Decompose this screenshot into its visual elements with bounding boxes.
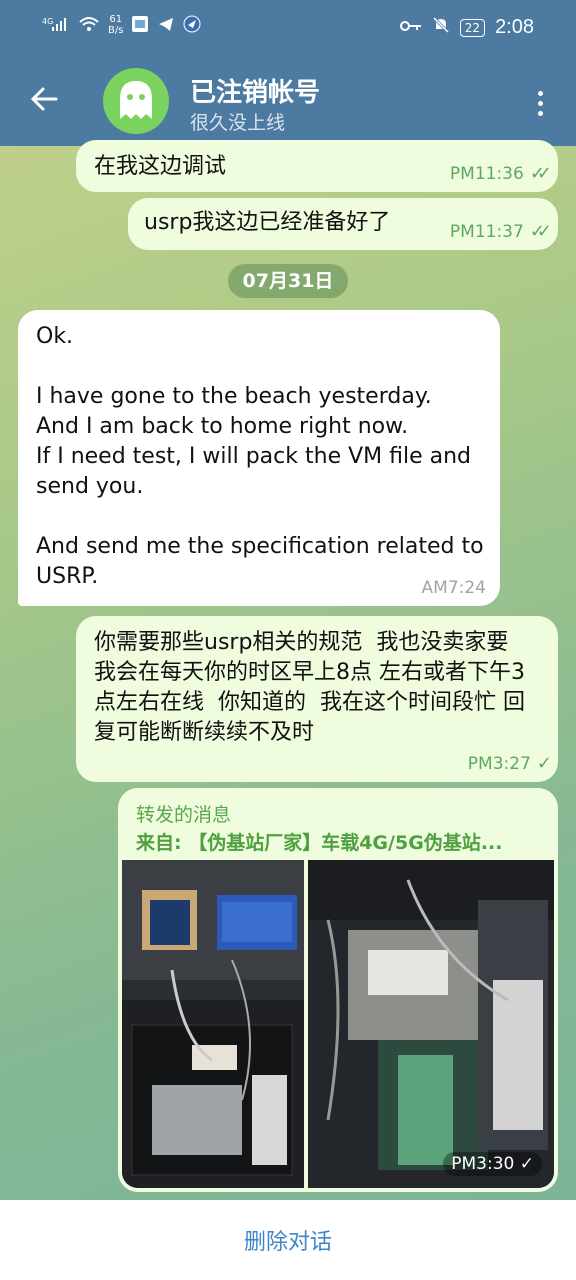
- arrow-left-icon[interactable]: [28, 83, 62, 117]
- mute-icon: [432, 16, 450, 39]
- photo-meta: PM3:30 ✓: [443, 1152, 542, 1176]
- message-meta: AM7:24: [422, 578, 486, 598]
- ghost-icon: [120, 81, 152, 119]
- check-icon: ✓: [519, 1154, 534, 1174]
- chat-title[interactable]: 已注销帐号: [190, 72, 320, 109]
- telegram-icon: [157, 15, 175, 36]
- photo-1[interactable]: [122, 860, 304, 1188]
- equipment-photo-icon: [308, 860, 554, 1188]
- delete-chat-button[interactable]: 删除对话: [244, 1224, 332, 1256]
- message-time: PM11:37: [449, 221, 524, 242]
- status-bar: 4G 61 B/s 22 2:08: [0, 0, 576, 58]
- forward-label: 转发的消息: [136, 804, 232, 826]
- chat-status: 很久没上线: [190, 112, 286, 134]
- photo-2[interactable]: PM3:30 ✓: [308, 860, 554, 1188]
- message-bubble[interactable]: usrp我这边已经准备好了 PM11:37 ✓✓: [128, 198, 558, 250]
- more-vert-icon[interactable]: [530, 83, 550, 123]
- message-time: PM11:36: [449, 163, 524, 184]
- message-text: Ok. I have gone to the beach yesterday. …: [36, 324, 484, 589]
- check-icon: ✓: [536, 753, 552, 774]
- equipment-photo-icon: [122, 860, 304, 1188]
- message-bubble[interactable]: 在我这边调试 PM11:36 ✓✓: [76, 140, 558, 192]
- svg-text:4G: 4G: [42, 17, 53, 26]
- double-check-icon: ✓✓: [529, 221, 552, 242]
- avatar[interactable]: [103, 68, 169, 134]
- forwarded-message[interactable]: 转发的消息 来自: 【伪基站厂家】车载4G/5G伪基站... PM3:30 ✓: [118, 788, 558, 1192]
- forward-source[interactable]: 来自: 【伪基站厂家】车载4G/5G伪基站...: [136, 828, 502, 855]
- bottom-action-bar: 删除对话: [0, 1200, 576, 1280]
- double-check-icon: ✓✓: [529, 163, 552, 184]
- network-speed: 61 B/s: [108, 14, 124, 36]
- message-text: 你需要那些usrp相关的规范 我也没卖家要 我会在每天你的时区早上8点 左右或者…: [94, 630, 525, 745]
- key-icon: [399, 17, 422, 38]
- app-icon: [131, 15, 149, 36]
- message-bubble[interactable]: 你需要那些usrp相关的规范 我也没卖家要 我会在每天你的时区早上8点 左右或者…: [76, 616, 558, 782]
- message-time: PM3:30: [451, 1154, 515, 1174]
- chat-header: 已注销帐号 很久没上线: [0, 58, 576, 146]
- message-text: usrp我这边已经准备好了: [144, 210, 391, 235]
- message-time: AM7:24: [421, 578, 486, 598]
- message-meta: PM11:36 ✓✓: [449, 163, 552, 184]
- signal-icon: 4G: [42, 15, 70, 36]
- message-bubble[interactable]: Ok. I have gone to the beach yesterday. …: [18, 310, 500, 606]
- clock: 2:08: [495, 16, 534, 38]
- message-text: 在我这边调试: [94, 154, 227, 179]
- message-meta: PM11:37 ✓✓: [449, 221, 552, 242]
- location-icon: [183, 15, 201, 36]
- battery-indicator: 22: [459, 18, 486, 37]
- wifi-icon: [78, 15, 100, 36]
- date-separator: 07月31日: [228, 264, 348, 298]
- message-time: PM3:27: [467, 753, 531, 774]
- message-meta: PM3:27 ✓: [467, 753, 552, 774]
